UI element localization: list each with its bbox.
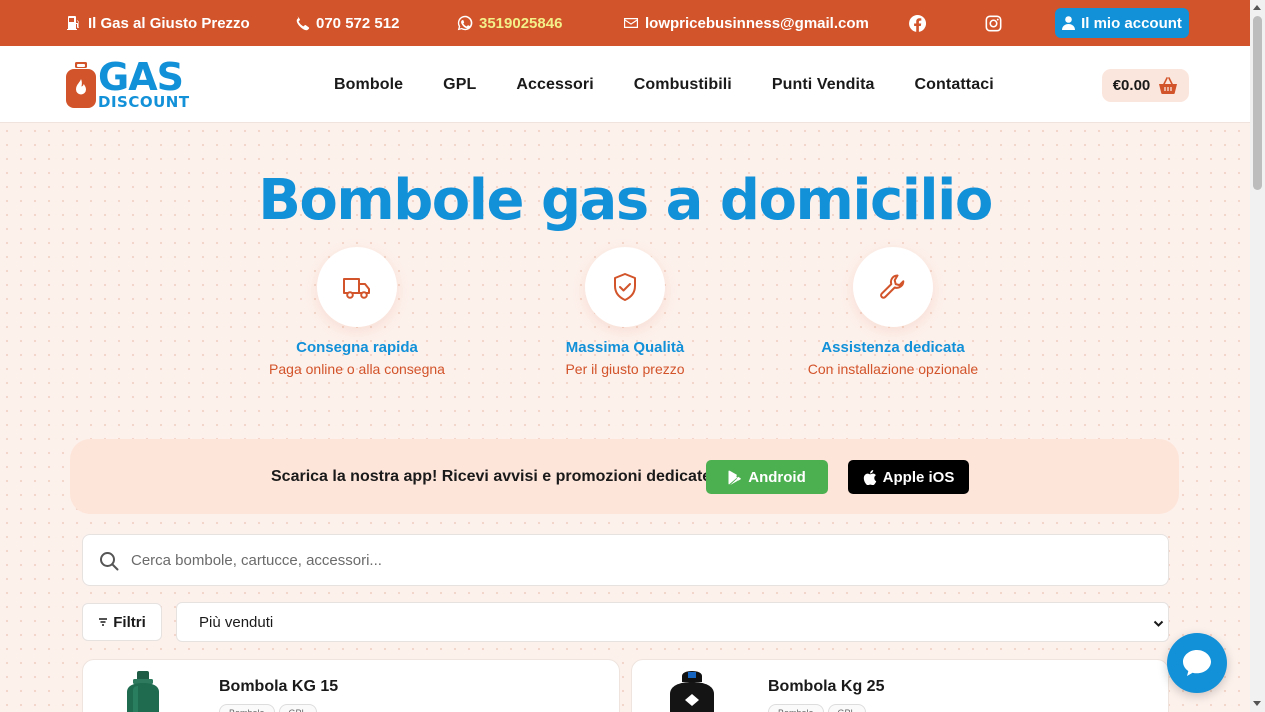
filters-button[interactable]: Filtri: [82, 603, 162, 641]
feature-title: Consegna rapida: [296, 339, 418, 356]
whatsapp-icon: [457, 15, 473, 31]
gas-pump-icon: [67, 16, 79, 30]
feature-icon-circle: [853, 247, 933, 327]
feature-title: Massima Qualità: [565, 339, 685, 356]
user-icon: [1062, 16, 1076, 30]
scrollbar-thumb[interactable]: [1253, 16, 1262, 190]
nav-item-punti-vendita[interactable]: Punti Vendita: [772, 76, 875, 94]
main-navigation: GAS DISCOUNT Bombole GPL Accessori Combu…: [0, 46, 1250, 123]
instagram-link[interactable]: [985, 15, 1002, 32]
envelope-icon: [624, 18, 638, 28]
facebook-icon: [909, 14, 927, 32]
product-tag: GPL: [278, 704, 317, 712]
chevron-down-icon: [1153, 620, 1164, 627]
feature-icon-circle: [585, 247, 665, 327]
logo-text-gas: GAS: [98, 55, 184, 99]
product-card[interactable]: Bombola Kg 25 Bombole GPL: [631, 659, 1169, 712]
search-box: [82, 534, 1169, 586]
chat-widget-button[interactable]: [1167, 633, 1227, 693]
truck-icon: [343, 278, 370, 299]
filters-label: Filtri: [113, 613, 146, 631]
app-download-banner: Scarica la nostra app! Ricevi avvisi e p…: [70, 439, 1179, 514]
gas-cylinder-black-image: [670, 671, 714, 712]
page-title: Bombole gas a domicilio: [258, 168, 993, 233]
chat-bubble-icon: [1183, 650, 1211, 676]
scroll-down-arrow-icon[interactable]: [1253, 701, 1261, 706]
basket-icon: [1159, 76, 1178, 94]
google-play-icon: [728, 469, 742, 485]
phone-link[interactable]: 070 572 512: [294, 0, 399, 46]
nav-item-gpl[interactable]: GPL: [443, 76, 476, 94]
product-card[interactable]: Bombola KG 15 Bombole GPL: [82, 659, 620, 712]
nav-links: Bombole GPL Accessori Combustibili Punti…: [334, 46, 1034, 123]
feature-title: Assistenza dedicata: [821, 339, 965, 356]
nav-item-accessori[interactable]: Accessori: [516, 76, 593, 94]
product-tag: GPL: [827, 704, 866, 712]
sort-select[interactable]: Più venduti: [176, 602, 1169, 642]
nav-item-bombole[interactable]: Bombole: [334, 76, 403, 94]
search-input[interactable]: [131, 535, 1151, 585]
product-tags: Bombole GPL: [219, 704, 317, 712]
instagram-icon: [985, 15, 1002, 32]
phone-icon: [296, 16, 310, 31]
cart-total: €0.00: [1112, 77, 1151, 94]
product-tag: Bombole: [219, 704, 275, 712]
gas-cylinder-logo-icon: [66, 62, 96, 108]
product-title: Bombola Kg 25: [768, 678, 885, 695]
feature-icon-circle: [317, 247, 397, 327]
top-bar: Il Gas al Giusto Prezzo 070 572 512 3519…: [0, 0, 1250, 50]
wrench-icon: [880, 274, 905, 299]
product-tags: Bombole GPL: [768, 704, 866, 712]
feature-quality: Massima Qualità Per il giusto prezzo: [515, 247, 735, 377]
feature-assistance: Assistenza dedicata Con installazione op…: [783, 247, 1003, 377]
whatsapp-text: 3519025846: [479, 14, 563, 32]
sort-selected-value: Più venduti: [199, 613, 274, 631]
android-label: Android: [748, 468, 806, 486]
scroll-up-arrow-icon[interactable]: [1253, 5, 1261, 10]
feature-subtitle: Con installazione opzionale: [807, 361, 979, 377]
search-icon: [100, 552, 119, 571]
page-scrollbar[interactable]: [1250, 0, 1265, 712]
facebook-link[interactable]: [909, 14, 927, 32]
phone-text: 070 572 512: [316, 14, 400, 32]
gas-discount-logo[interactable]: GAS DISCOUNT: [66, 58, 196, 112]
gas-cylinder-green-image: [127, 671, 159, 712]
email-link[interactable]: lowpricebusinness@gmail.com: [623, 0, 869, 46]
product-tag: Bombole: [768, 704, 824, 712]
feature-fast-delivery: Consegna rapida Paga online o alla conse…: [247, 247, 467, 377]
whatsapp-link[interactable]: 3519025846: [457, 0, 562, 46]
filter-icon: [99, 618, 108, 626]
my-account-label: Il mio account: [1081, 14, 1182, 32]
apple-icon: [863, 469, 876, 485]
ios-app-button[interactable]: Apple iOS: [848, 460, 969, 494]
nav-item-combustibili[interactable]: Combustibili: [634, 76, 732, 94]
feature-subtitle: Paga online o alla consegna: [269, 361, 445, 377]
email-text: lowpricebusinness@gmail.com: [645, 14, 869, 32]
app-banner-text: Scarica la nostra app! Ricevi avvisi e p…: [271, 467, 712, 485]
feature-subtitle: Per il giusto prezzo: [565, 361, 685, 377]
cart-button[interactable]: €0.00: [1102, 69, 1189, 102]
android-app-button[interactable]: Android: [706, 460, 828, 494]
tagline-text: Il Gas al Giusto Prezzo: [88, 14, 250, 32]
nav-item-contattaci[interactable]: Contattaci: [915, 76, 994, 94]
shield-check-icon: [614, 273, 636, 301]
logo-text-discount: DISCOUNT: [98, 93, 190, 111]
ios-label: Apple iOS: [882, 468, 955, 486]
my-account-button[interactable]: Il mio account: [1055, 8, 1189, 38]
product-title: Bombola KG 15: [219, 678, 339, 695]
tagline: Il Gas al Giusto Prezzo: [66, 0, 250, 46]
